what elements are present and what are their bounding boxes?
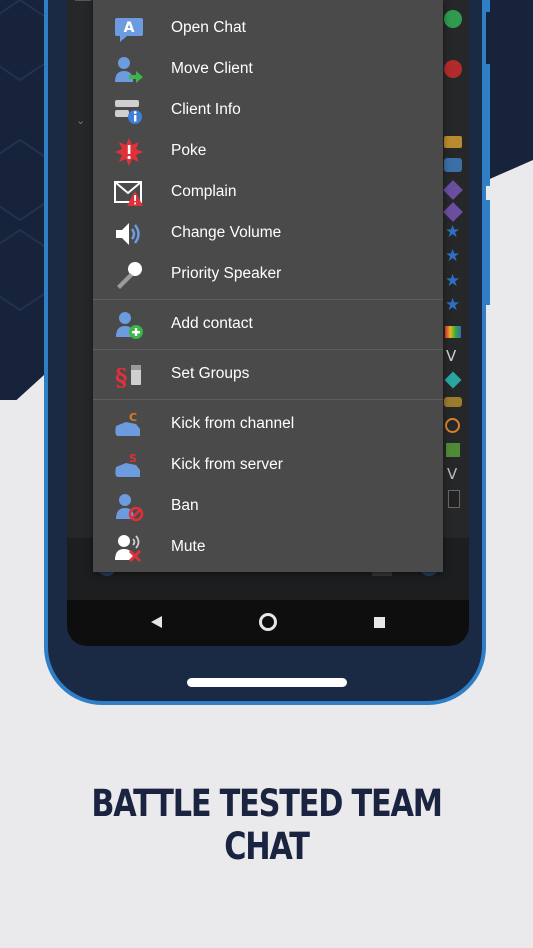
menu-divider	[93, 399, 443, 400]
recents-icon[interactable]	[374, 617, 385, 628]
back-icon[interactable]	[151, 616, 162, 628]
menu-item-label: Change Volume	[171, 224, 282, 241]
microphone-icon	[114, 260, 144, 290]
menu-item-label: Kick from server	[171, 456, 283, 473]
emblem-icon	[444, 371, 462, 389]
menu-item-ban[interactable]: Ban	[93, 486, 443, 527]
home-icon[interactable]	[259, 613, 277, 631]
svg-text:C: C	[129, 411, 137, 424]
menu-item-mute[interactable]: Mute	[93, 527, 443, 568]
menu-divider	[93, 349, 443, 350]
volume-icon	[114, 219, 144, 249]
menu-item-label: Poke	[171, 142, 207, 159]
menu-item-poke[interactable]: Poke	[93, 131, 443, 172]
chat-bubble-icon: A	[114, 14, 144, 44]
home-indicator	[187, 678, 347, 687]
server-badge-icon	[444, 60, 462, 78]
move-client-icon	[114, 55, 144, 85]
svg-text:S: S	[129, 452, 137, 465]
client-context-menu: A Open Chat Move Client Client Info Poke…	[93, 0, 443, 572]
star-icon: ★	[445, 295, 461, 314]
kick-server-icon: S	[114, 451, 144, 481]
svg-text:A: A	[124, 20, 135, 36]
valorant-icon: V	[446, 347, 457, 365]
marketing-tagline: BATTLE TESTED TEAM CHAT	[91, 782, 443, 868]
menu-item-label: Client Info	[171, 101, 241, 118]
menu-item-label: Mute	[171, 538, 206, 555]
menu-item-add-contact[interactable]: Add contact	[93, 304, 443, 345]
overwatch-icon	[445, 418, 460, 433]
menu-item-label: Priority Speaker	[171, 265, 282, 282]
set-groups-icon: §	[114, 360, 144, 392]
menu-item-priority-speaker[interactable]: Priority Speaker	[93, 254, 443, 295]
mute-icon	[114, 533, 144, 563]
rainbow-icon	[445, 326, 461, 338]
menu-item-label: Complain	[171, 183, 237, 200]
complain-icon	[114, 178, 144, 208]
hamburger-icon[interactable]	[75, 0, 91, 1]
android-nav-bar	[67, 600, 469, 646]
menu-item-change-volume[interactable]: Change Volume	[93, 213, 443, 254]
minecraft-icon	[446, 443, 460, 457]
menu-item-label: Move Client	[171, 60, 253, 77]
rank-wings-icon	[444, 397, 462, 407]
menu-item-complain[interactable]: Complain	[93, 172, 443, 213]
check-status-icon	[444, 10, 462, 28]
menu-item-label: Kick from channel	[171, 415, 295, 432]
sign-icon	[448, 490, 460, 508]
menu-item-label: Open Chat	[171, 19, 246, 36]
chevron-down-icon[interactable]: ⌄	[76, 114, 85, 127]
menu-item-label: Set Groups	[171, 365, 250, 382]
pubg-icon	[444, 136, 462, 148]
kick-channel-icon: C	[114, 410, 144, 440]
ban-icon	[114, 492, 144, 522]
poke-icon	[114, 137, 144, 167]
rank-icon	[443, 202, 463, 222]
svg-text:§: §	[115, 363, 128, 390]
star-icon: ★	[445, 246, 461, 265]
menu-item-label: Ban	[171, 497, 199, 514]
menu-divider	[93, 299, 443, 300]
v-logo-icon: V	[447, 465, 458, 483]
menu-item-kick-channel[interactable]: C Kick from channel	[93, 404, 443, 445]
menu-item-set-groups[interactable]: § Set Groups	[93, 354, 443, 395]
client-info-icon	[114, 96, 144, 126]
menu-item-open-chat[interactable]: A Open Chat	[93, 8, 443, 49]
rocket-league-icon	[444, 158, 462, 172]
menu-item-move-client[interactable]: Move Client	[93, 49, 443, 90]
menu-item-label: Add contact	[171, 315, 253, 332]
rank-icon	[443, 180, 463, 200]
add-contact-icon	[114, 310, 144, 340]
menu-item-client-info[interactable]: Client Info	[93, 90, 443, 131]
star-icon: ★	[445, 271, 461, 290]
menu-item-kick-server[interactable]: S Kick from server	[93, 445, 443, 486]
star-icon: ★	[445, 222, 461, 241]
